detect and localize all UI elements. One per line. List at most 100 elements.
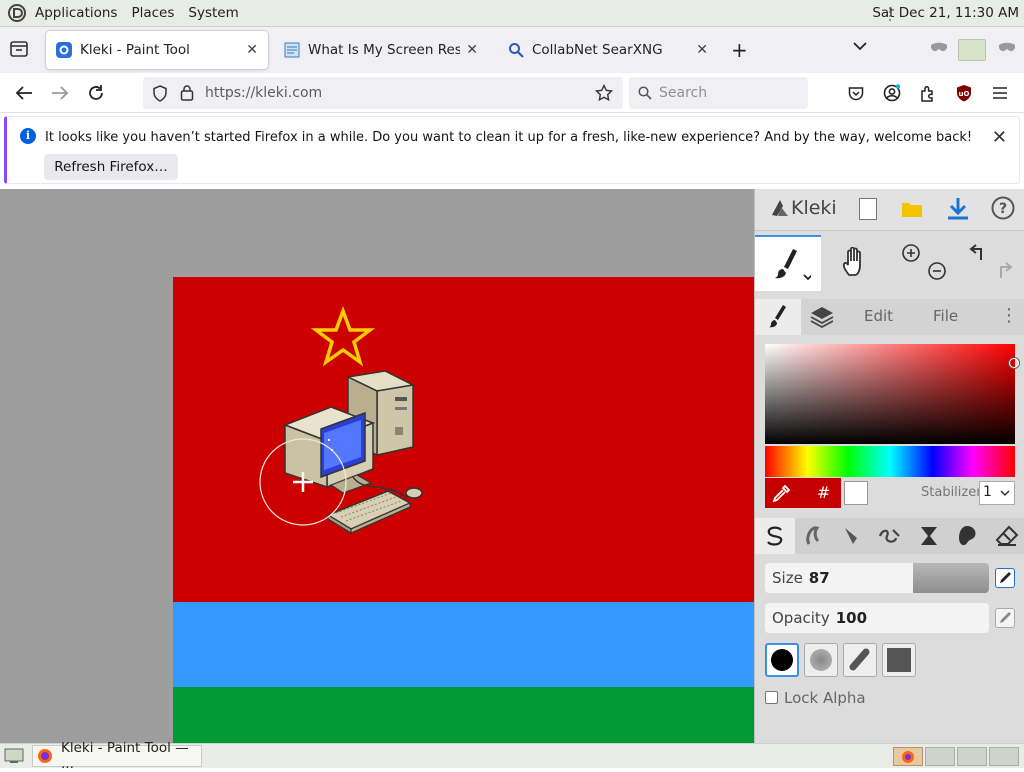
menu-places[interactable]: Places xyxy=(126,0,179,27)
redo-icon[interactable] xyxy=(993,261,1013,281)
opacity-label-text: Opacity xyxy=(772,609,830,627)
clock[interactable]: Sat Dec 21, 11:30 AM xyxy=(872,0,1019,27)
new-image-icon[interactable] xyxy=(859,198,877,220)
blend-brush-icon[interactable] xyxy=(801,524,825,548)
close-tab-icon[interactable]: ✕ xyxy=(246,42,258,58)
search-box[interactable]: Search xyxy=(629,77,808,109)
kleki-icon xyxy=(56,42,72,58)
sketchy-brush-icon[interactable] xyxy=(840,524,864,548)
tab-title: CollabNet SearXNG xyxy=(532,42,663,58)
menu-system[interactable]: System xyxy=(183,0,243,27)
pen-pressure-size-toggle[interactable] xyxy=(995,568,1015,588)
size-label: Size 87 xyxy=(772,569,830,587)
drawing-canvas-area[interactable] xyxy=(0,189,754,743)
workspace-1[interactable] xyxy=(893,747,923,766)
shield-icon[interactable] xyxy=(152,85,168,102)
lock-icon[interactable] xyxy=(180,84,194,101)
tab-screen-resolution[interactable]: What Is My Screen Resolutio ✕ xyxy=(274,31,488,69)
tab-title: What Is My Screen Resolutio xyxy=(308,42,461,58)
window-thumbnail-icon[interactable] xyxy=(958,39,986,61)
brush-panel-tab[interactable] xyxy=(755,299,801,335)
refresh-firefox-button[interactable]: Refresh Firefox… xyxy=(44,154,178,180)
info-icon: i xyxy=(20,128,36,144)
url-bar[interactable]: https://kleki.com xyxy=(143,77,623,109)
size-slider-fill xyxy=(912,563,989,593)
pen-pressure-opacity-toggle[interactable] xyxy=(995,608,1015,628)
show-desktop-icon[interactable] xyxy=(4,748,24,764)
chemy-brush-icon[interactable] xyxy=(917,524,941,548)
tab-overview-icon[interactable] xyxy=(10,41,28,57)
lock-alpha-label[interactable]: Lock Alpha xyxy=(784,689,866,707)
tab-title: Kleki - Paint Tool xyxy=(80,42,190,58)
kleki-logo-icon[interactable] xyxy=(769,197,791,219)
close-icon[interactable]: ✕ xyxy=(992,127,1007,148)
menu-applications[interactable]: Applications xyxy=(30,0,122,27)
brush-round-hard-button[interactable] xyxy=(765,643,799,677)
search-placeholder: Search xyxy=(659,85,708,101)
layers-icon[interactable] xyxy=(809,305,835,329)
back-button[interactable] xyxy=(12,81,36,105)
workspace-3[interactable] xyxy=(957,747,987,766)
hamburger-menu-icon[interactable] xyxy=(988,81,1012,105)
brush-round-soft-button[interactable] xyxy=(804,643,838,677)
bookmark-star-icon[interactable] xyxy=(595,84,613,102)
undo-icon[interactable] xyxy=(969,243,989,263)
brush-square-button[interactable] xyxy=(882,643,916,677)
hue-slider[interactable] xyxy=(765,446,1015,477)
download-icon[interactable] xyxy=(947,197,969,221)
extensions-icon[interactable] xyxy=(916,81,940,105)
hand-tool-icon[interactable] xyxy=(841,247,869,277)
kleki-logo-text: Kleki xyxy=(791,197,837,219)
tab-edit[interactable]: Edit xyxy=(864,307,893,325)
distro-logo-icon[interactable] xyxy=(8,4,26,22)
reload-button[interactable] xyxy=(84,81,108,105)
eraser-icon[interactable] xyxy=(995,524,1019,548)
zoom-out-icon[interactable] xyxy=(927,261,947,281)
search-icon xyxy=(638,86,652,100)
taskbar-item-firefox[interactable]: Kleki - Paint Tool — ... xyxy=(32,740,202,772)
tab-searxng[interactable]: CollabNet SearXNG ✕ xyxy=(498,31,718,69)
forward-button[interactable] xyxy=(48,81,72,105)
pocket-icon[interactable] xyxy=(844,81,868,105)
brush-chisel-button[interactable] xyxy=(843,643,877,677)
tab-kleki[interactable]: Kleki - Paint Tool ✕ xyxy=(46,31,268,69)
help-icon[interactable]: ? xyxy=(991,196,1015,220)
smudge-brush-icon[interactable] xyxy=(955,524,979,548)
workspace-2[interactable] xyxy=(925,747,955,766)
pen-brush-button[interactable] xyxy=(755,518,795,554)
color-picker-handle[interactable] xyxy=(1009,358,1019,368)
stabilizer-value: 1 xyxy=(983,484,992,500)
eyedropper-icon[interactable] xyxy=(771,484,791,502)
chevron-down-icon[interactable] xyxy=(853,41,867,51)
url-text[interactable]: https://kleki.com xyxy=(205,85,322,101)
pixel-brush-icon[interactable] xyxy=(877,524,903,548)
more-vertical-icon[interactable]: ⋮ xyxy=(1000,307,1018,325)
brush-tool-button[interactable] xyxy=(755,235,821,291)
search-icon xyxy=(508,42,524,58)
stabilizer-label: Stabilizer xyxy=(921,485,982,500)
hex-input-button[interactable]: # xyxy=(817,483,830,502)
close-tab-icon[interactable]: ✕ xyxy=(696,42,708,58)
size-value: 87 xyxy=(808,569,830,587)
new-tab-icon[interactable]: + xyxy=(731,38,748,62)
close-tab-icon[interactable]: ✕ xyxy=(466,42,478,58)
navigation-bar: https://kleki.com Search uO xyxy=(0,73,1024,113)
tab-file[interactable]: File xyxy=(933,307,958,325)
size-slider[interactable]: Size 87 xyxy=(765,563,989,593)
lock-alpha-checkbox[interactable] xyxy=(765,691,778,704)
opacity-value: 100 xyxy=(835,609,868,627)
color-picker[interactable] xyxy=(765,344,1019,444)
svg-text:?: ? xyxy=(999,201,1007,217)
zoom-in-icon[interactable] xyxy=(901,243,921,263)
stabilizer-select[interactable]: 1 xyxy=(979,481,1015,505)
ublock-icon[interactable]: uO xyxy=(952,81,976,105)
open-folder-icon[interactable] xyxy=(901,200,923,218)
opacity-slider[interactable]: Opacity 100 xyxy=(765,603,989,633)
artwork-canvas[interactable] xyxy=(173,277,754,743)
workspace-4[interactable] xyxy=(989,747,1019,766)
kleki-side-panel: Kleki ? Edit File ⋮ # Stabilizer 1 Size … xyxy=(754,189,1024,743)
account-icon[interactable] xyxy=(880,81,904,105)
bottom-taskbar: Kleki - Paint Tool — ... xyxy=(0,740,1024,772)
flag-red-band xyxy=(173,277,754,602)
secondary-color-swatch[interactable] xyxy=(844,481,868,505)
